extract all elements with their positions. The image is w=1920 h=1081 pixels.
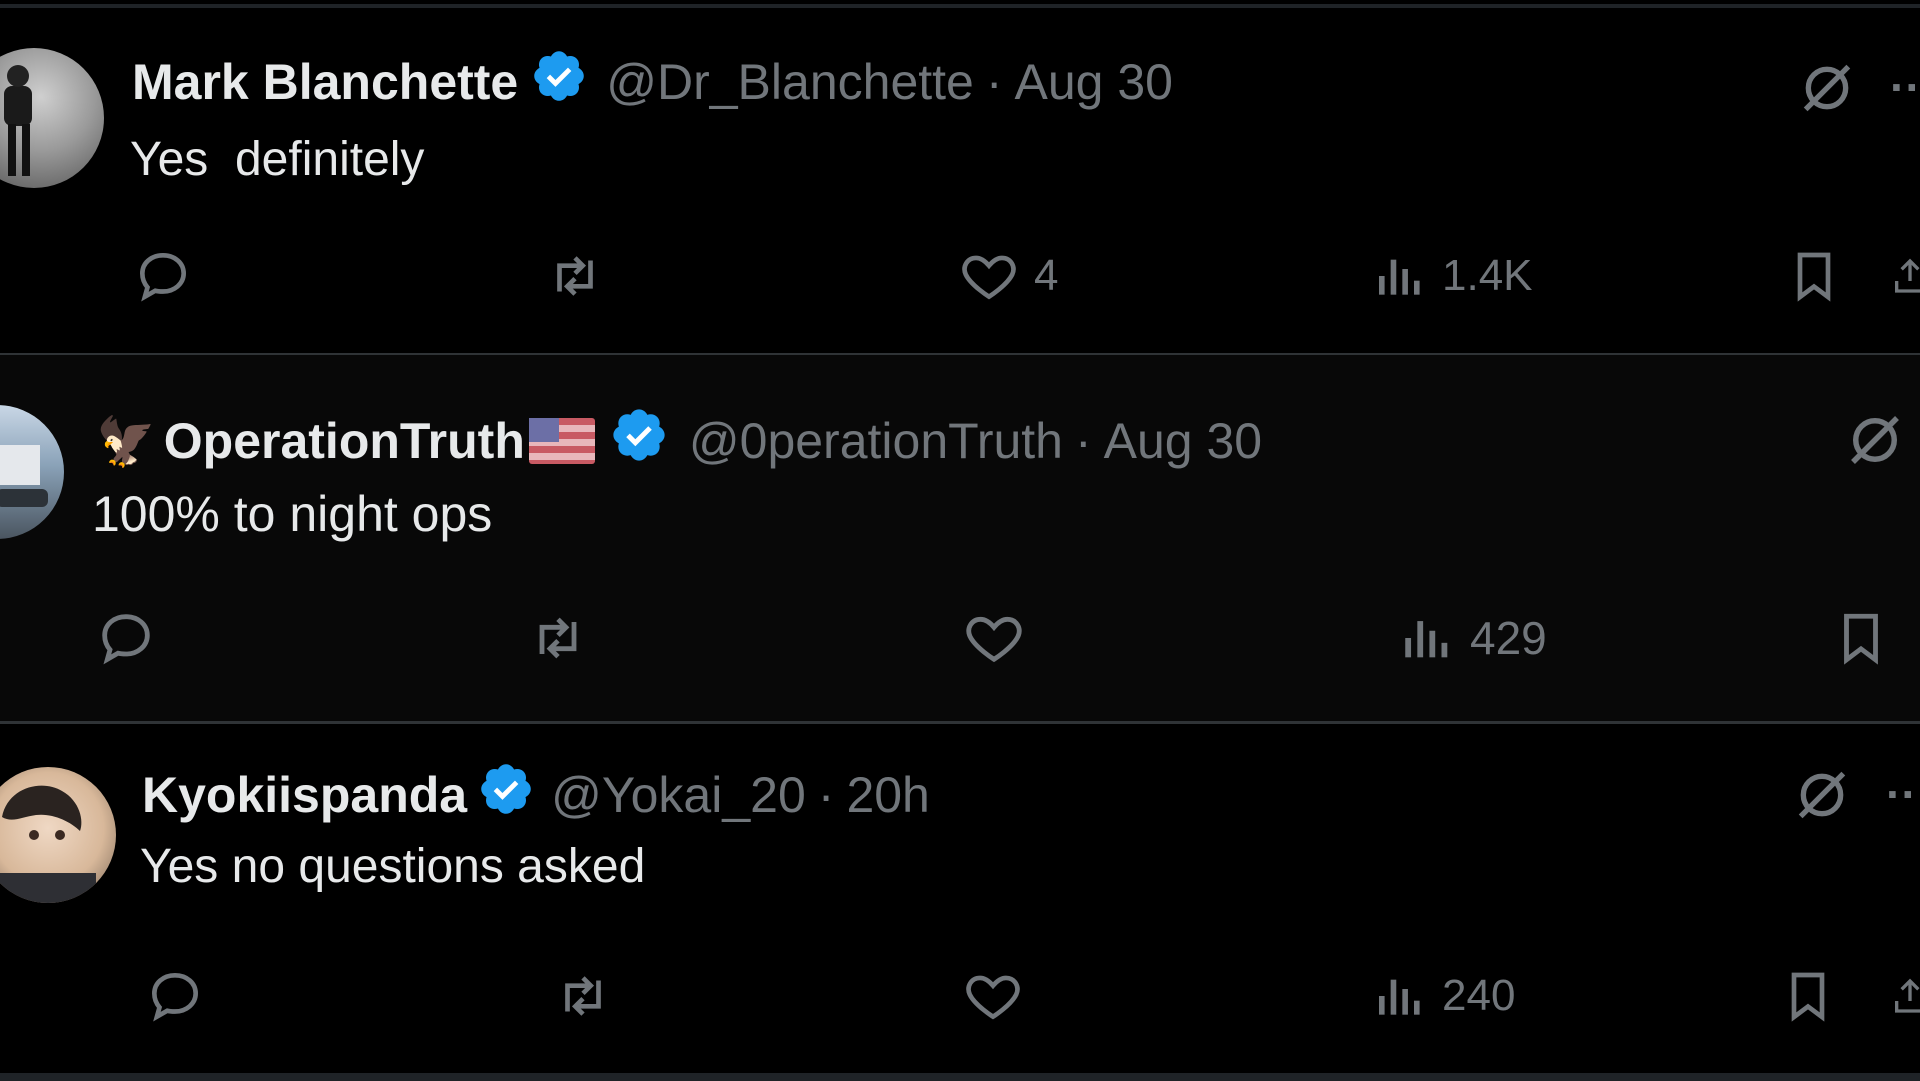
grok-icon[interactable]: [1795, 56, 1859, 125]
share-button[interactable]: [1890, 965, 1920, 1027]
like-button[interactable]: 4: [958, 246, 1058, 306]
bookmark-button[interactable]: [1832, 607, 1890, 669]
reply-icon: [102, 614, 150, 665]
reply-button[interactable]: [132, 246, 194, 306]
tweet-text: 100% to night ops: [92, 486, 493, 542]
separator-dot: ·: [985, 54, 1003, 110]
grok-icon[interactable]: [1842, 407, 1908, 478]
handle[interactable]: @Dr_Blanchette: [606, 53, 974, 111]
verified-badge-icon: [530, 47, 588, 117]
views-icon: [1379, 259, 1420, 295]
like-button[interactable]: [962, 607, 1040, 669]
share-button[interactable]: [1890, 246, 1920, 306]
reply-icon: [140, 253, 186, 302]
heart-icon: [966, 975, 1020, 1020]
views-count: 1.4K: [1442, 251, 1533, 300]
views-count: 429: [1470, 612, 1547, 664]
repost-icon: [565, 976, 601, 1016]
handle[interactable]: @Yokai_20: [551, 766, 806, 824]
display-name[interactable]: OperationTruth: [164, 412, 525, 470]
bookmark-icon: [1797, 252, 1831, 302]
avatar-character: [0, 785, 96, 903]
separator-dot: ·: [1074, 413, 1092, 469]
tweet-3[interactable]: Kyokiispanda @Yokai_20 · 20h ·· Yes no q…: [0, 723, 1920, 1073]
reply-button[interactable]: [144, 965, 206, 1027]
views-icon: [1379, 979, 1420, 1015]
more-icon[interactable]: ··: [1890, 60, 1920, 114]
verified-badge-icon: [609, 405, 669, 477]
like-count: 4: [1034, 251, 1059, 300]
verified-badge-icon: [477, 760, 535, 830]
display-name[interactable]: Kyokiispanda: [142, 766, 467, 824]
tweet-text: Yes definitely: [130, 133, 425, 186]
like-button[interactable]: [962, 965, 1038, 1027]
separator-dot: ·: [817, 767, 835, 823]
avatar[interactable]: [0, 767, 116, 903]
more-icon[interactable]: ··: [1886, 767, 1917, 821]
views-button[interactable]: 429: [1398, 607, 1547, 669]
bookmark-button[interactable]: [1786, 246, 1842, 306]
repost-button[interactable]: [524, 607, 592, 669]
repost-button[interactable]: [542, 246, 608, 306]
share-icon: [1895, 258, 1920, 293]
bookmark-button[interactable]: [1780, 965, 1836, 1027]
repost-icon: [539, 617, 577, 659]
timestamp[interactable]: Aug 30: [1015, 53, 1173, 111]
handle[interactable]: @0perationTruth: [689, 412, 1063, 470]
grok-icon[interactable]: [1790, 763, 1854, 832]
repost-button[interactable]: [550, 965, 616, 1027]
share-icon: [1895, 978, 1920, 1013]
repost-icon: [557, 256, 593, 296]
bookmark-icon: [1791, 972, 1825, 1022]
avatar[interactable]: [0, 405, 64, 539]
display-name[interactable]: Mark Blanchette: [132, 53, 518, 111]
reply-icon: [152, 973, 198, 1022]
tweet-text: Yes no questions asked: [140, 840, 646, 893]
flag-canton: [528, 418, 559, 442]
timestamp[interactable]: 20h: [846, 766, 929, 824]
heart-icon: [966, 616, 1022, 663]
timestamp[interactable]: Aug 30: [1104, 412, 1262, 470]
tweet-2[interactable]: 🦅 OperationTruth @0perationTruth · Aug 3…: [0, 355, 1920, 721]
tweet-1[interactable]: Mark Blanchette @Dr_Blanchette · Aug 30 …: [0, 8, 1920, 353]
views-button[interactable]: 240: [1372, 965, 1515, 1027]
bottom-divider: [0, 1073, 1920, 1081]
views-icon: [1405, 621, 1448, 658]
bookmark-icon: [1844, 613, 1878, 665]
eagle-emoji: 🦅: [96, 415, 156, 469]
views-count: 240: [1442, 971, 1516, 1020]
views-button[interactable]: 1.4K: [1372, 246, 1533, 306]
avatar[interactable]: [0, 48, 104, 188]
reply-button[interactable]: [94, 607, 158, 669]
us-flag-emoji: [528, 418, 595, 464]
avatar-scene: [0, 445, 48, 507]
heart-icon: [962, 255, 1016, 300]
avatar-figure: [4, 65, 32, 176]
